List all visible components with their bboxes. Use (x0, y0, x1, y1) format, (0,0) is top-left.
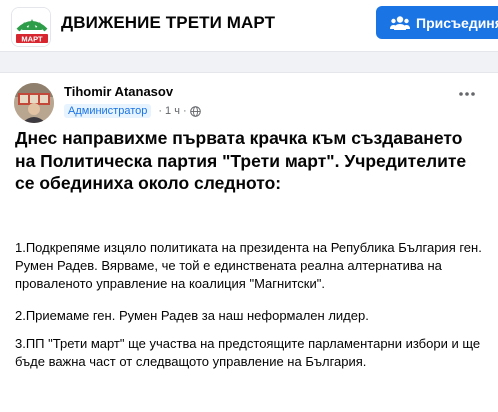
meta-separator: · (182, 105, 187, 117)
post-time[interactable]: 1 ч (165, 105, 180, 117)
author-avatar[interactable] (14, 83, 54, 123)
group-name[interactable]: ДВИЖЕНИЕ ТРЕТИ МАРТ (61, 13, 275, 33)
role-badge: Администратор (64, 104, 152, 118)
join-group-label: Присъединя (416, 14, 498, 31)
group-header: МАРТ ДВИЖЕНИЕ ТРЕТИ МАРТ Присъединя (0, 0, 498, 52)
post-card: Tihomir Atanasov Администратор · 1 ч · Д… (0, 72, 498, 412)
meta-separator: · (158, 105, 163, 117)
more-options-icon[interactable] (457, 87, 477, 99)
post-meta: Администратор · 1 ч · (64, 103, 201, 119)
post-paragraph: 3.ПП "Трети март" ще участва на предстоя… (15, 336, 481, 369)
group-logo[interactable]: МАРТ (11, 7, 51, 47)
group-logo-image: МАРТ (12, 8, 50, 46)
post-paragraph: 2.Приемаме ген. Румен Радев за наш нефор… (15, 308, 369, 323)
globe-icon (189, 105, 201, 117)
post-paragraph: 1.Подкрепяме изцяло политиката на презид… (15, 240, 482, 291)
author-name[interactable]: Tihomir Atanasov (64, 84, 173, 99)
group-logo-text: МАРТ (21, 34, 43, 43)
join-group-button[interactable]: Присъединя (376, 6, 498, 39)
post-headline: Днес направихме първата крачка към създа… (15, 128, 467, 193)
group-join-icon (390, 15, 410, 31)
